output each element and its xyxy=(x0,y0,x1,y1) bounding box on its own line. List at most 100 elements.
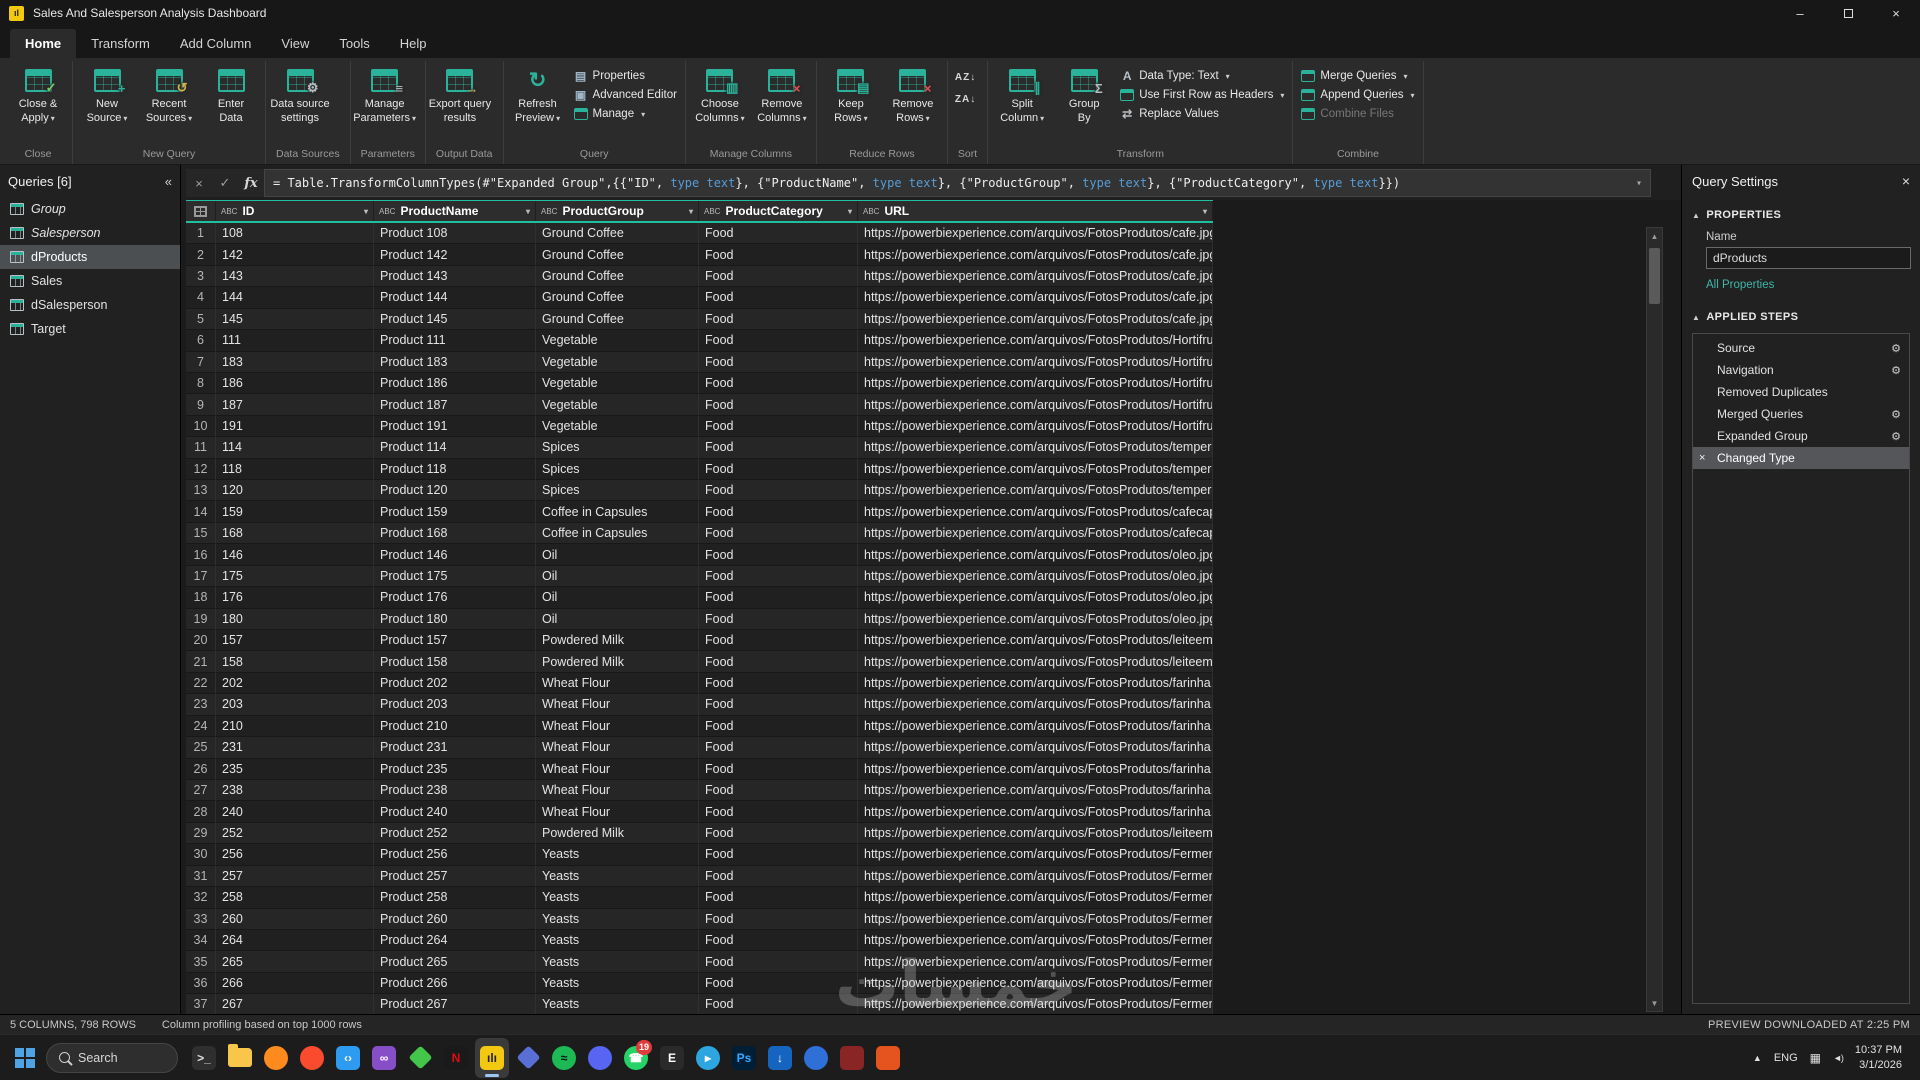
row-number[interactable]: 20 xyxy=(186,630,216,651)
table-cell[interactable]: https://powerbiexperience.com/arquivos/F… xyxy=(858,630,1213,651)
table-cell[interactable]: https://powerbiexperience.com/arquivos/F… xyxy=(858,501,1213,522)
green-app-icon[interactable] xyxy=(403,1038,437,1078)
sort-button-za[interactable]: ZA↓ xyxy=(952,91,979,108)
table-cell[interactable]: Coffee in Capsules xyxy=(536,523,699,544)
blue-diamond-app-icon[interactable] xyxy=(511,1038,545,1078)
photoshop-icon[interactable]: Ps xyxy=(727,1038,761,1078)
row-number[interactable]: 5 xyxy=(186,309,216,330)
table-cell[interactable]: Food xyxy=(699,523,858,544)
table-cell[interactable]: Vegetable xyxy=(536,373,699,394)
table-cell[interactable]: 267 xyxy=(216,994,374,1014)
table-cell[interactable]: Food xyxy=(699,694,858,715)
row-number[interactable]: 6 xyxy=(186,330,216,351)
table-cell[interactable]: 266 xyxy=(216,973,374,994)
applied-step-removed-duplicates[interactable]: Removed Duplicates xyxy=(1693,381,1909,403)
clock[interactable]: 10:37 PM 3/1/2026 xyxy=(1855,1043,1902,1072)
table-cell[interactable]: 157 xyxy=(216,630,374,651)
table-cell[interactable]: Product 180 xyxy=(374,609,536,630)
row-number[interactable]: 19 xyxy=(186,609,216,630)
row-number[interactable]: 31 xyxy=(186,866,216,887)
table-cell[interactable]: 145 xyxy=(216,309,374,330)
table-cell[interactable]: Product 203 xyxy=(374,694,536,715)
query-item-group[interactable]: Group xyxy=(0,197,180,221)
column-header-productcategory[interactable]: ABCProductCategory▾ xyxy=(699,201,858,221)
ribbon-button-remove-columns[interactable]: ×RemoveColumns▾ xyxy=(752,61,812,128)
table-cell[interactable]: https://powerbiexperience.com/arquivos/F… xyxy=(858,309,1213,330)
row-number[interactable]: 25 xyxy=(186,737,216,758)
ribbon-button-use-first-row-as-headers[interactable]: Use First Row as Headers▾ xyxy=(1116,88,1288,102)
table-cell[interactable]: https://powerbiexperience.com/arquivos/F… xyxy=(858,759,1213,780)
ribbon-button-enter-data[interactable]: EnterData xyxy=(201,61,261,128)
filter-caret-icon[interactable]: ▾ xyxy=(685,207,693,216)
column-header-productname[interactable]: ABCProductName▾ xyxy=(374,201,536,221)
tray-overflow-icon[interactable]: ▲ xyxy=(1753,1053,1762,1063)
table-cell[interactable]: https://powerbiexperience.com/arquivos/F… xyxy=(858,887,1213,908)
language-indicator[interactable]: ENG xyxy=(1774,1052,1798,1064)
table-cell[interactable]: Product 159 xyxy=(374,501,536,522)
properties-section-header[interactable]: ▲ PROPERTIES xyxy=(1692,209,1910,221)
table-cell[interactable]: https://powerbiexperience.com/arquivos/F… xyxy=(858,951,1213,972)
ribbon-button-advanced-editor[interactable]: ▣Advanced Editor xyxy=(570,88,681,102)
table-cell[interactable]: Product 267 xyxy=(374,994,536,1014)
table-cell[interactable]: Yeasts xyxy=(536,973,699,994)
table-cell[interactable]: Food xyxy=(699,287,858,308)
ribbon-button-split-column[interactable]: ∥SplitColumn▾ xyxy=(992,61,1052,128)
table-cell[interactable]: Food xyxy=(699,266,858,287)
firefox-icon[interactable] xyxy=(259,1038,293,1078)
table-cell[interactable]: Food xyxy=(699,651,858,672)
formula-input[interactable]: = Table.TransformColumnTypes(#"Expanded … xyxy=(264,169,1651,197)
row-number[interactable]: 22 xyxy=(186,673,216,694)
table-cell[interactable]: 159 xyxy=(216,501,374,522)
table-cell[interactable]: Product 202 xyxy=(374,673,536,694)
row-number[interactable]: 16 xyxy=(186,544,216,565)
table-cell[interactable]: Wheat Flour xyxy=(536,737,699,758)
table-cell[interactable]: Food xyxy=(699,909,858,930)
query-settings-close-icon[interactable]: × xyxy=(1902,173,1910,189)
table-cell[interactable]: Powdered Milk xyxy=(536,651,699,672)
table-cell[interactable]: Product 191 xyxy=(374,416,536,437)
table-cell[interactable]: Product 183 xyxy=(374,352,536,373)
table-cell[interactable]: https://powerbiexperience.com/arquivos/F… xyxy=(858,480,1213,501)
row-number[interactable]: 37 xyxy=(186,994,216,1014)
table-cell[interactable]: https://powerbiexperience.com/arquivos/F… xyxy=(858,673,1213,694)
discord-icon[interactable] xyxy=(583,1038,617,1078)
table-cell[interactable]: Wheat Flour xyxy=(536,716,699,737)
table-cell[interactable]: Powdered Milk xyxy=(536,630,699,651)
table-cell[interactable]: Product 168 xyxy=(374,523,536,544)
select-all-header[interactable] xyxy=(186,201,216,221)
table-cell[interactable]: Yeasts xyxy=(536,994,699,1014)
vscode-icon[interactable]: ‹› xyxy=(331,1038,365,1078)
ribbon-button-manage-parameters[interactable]: ≡ManageParameters▾ xyxy=(355,61,415,128)
applied-step-expanded-group[interactable]: Expanded Group⚙ xyxy=(1693,425,1909,447)
table-cell[interactable]: Product 187 xyxy=(374,394,536,415)
table-cell[interactable]: 264 xyxy=(216,930,374,951)
table-cell[interactable]: 111 xyxy=(216,330,374,351)
ribbon-button-data-type-text[interactable]: AData Type: Text▾ xyxy=(1116,69,1288,83)
table-cell[interactable]: Product 118 xyxy=(374,459,536,480)
row-number[interactable]: 18 xyxy=(186,587,216,608)
download-manager-icon[interactable]: ↓ xyxy=(763,1038,797,1078)
taskbar-search[interactable]: Search xyxy=(46,1043,178,1073)
table-cell[interactable]: Yeasts xyxy=(536,909,699,930)
table-cell[interactable]: https://powerbiexperience.com/arquivos/F… xyxy=(858,609,1213,630)
table-cell[interactable]: https://powerbiexperience.com/arquivos/F… xyxy=(858,266,1213,287)
table-cell[interactable]: Ground Coffee xyxy=(536,287,699,308)
applied-step-changed-type[interactable]: ×Changed Type xyxy=(1693,447,1909,469)
table-cell[interactable]: 210 xyxy=(216,716,374,737)
visual-studio-icon[interactable]: ∞ xyxy=(367,1038,401,1078)
row-number[interactable]: 9 xyxy=(186,394,216,415)
scrollbar-thumb[interactable] xyxy=(1649,248,1660,304)
table-cell[interactable]: 203 xyxy=(216,694,374,715)
table-cell[interactable]: 180 xyxy=(216,609,374,630)
table-cell[interactable]: 187 xyxy=(216,394,374,415)
table-cell[interactable]: https://powerbiexperience.com/arquivos/F… xyxy=(858,930,1213,951)
table-cell[interactable]: 142 xyxy=(216,244,374,265)
table-cell[interactable]: https://powerbiexperience.com/arquivos/F… xyxy=(858,544,1213,565)
table-cell[interactable]: Coffee in Capsules xyxy=(536,501,699,522)
row-number[interactable]: 10 xyxy=(186,416,216,437)
table-cell[interactable]: Product 264 xyxy=(374,930,536,951)
table-cell[interactable]: Food xyxy=(699,780,858,801)
table-cell[interactable]: Food xyxy=(699,566,858,587)
table-cell[interactable]: Wheat Flour xyxy=(536,780,699,801)
table-cell[interactable]: Product 120 xyxy=(374,480,536,501)
